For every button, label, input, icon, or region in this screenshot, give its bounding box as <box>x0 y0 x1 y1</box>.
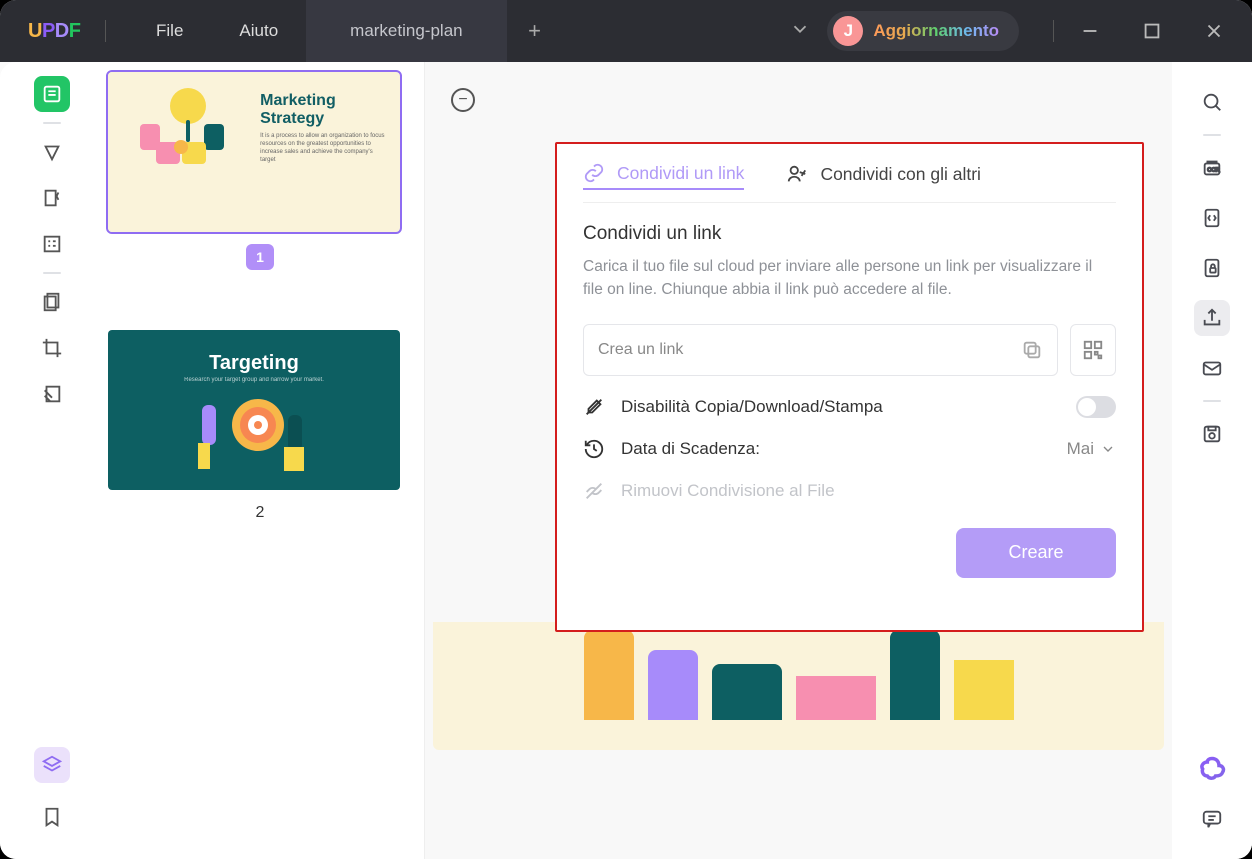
people-icon <box>786 163 808 185</box>
create-button[interactable]: Creare <box>956 528 1116 578</box>
search-button[interactable] <box>1194 84 1230 120</box>
share-tab-others[interactable]: Condividi con gli altri <box>786 162 981 190</box>
upgrade-pill[interactable]: J Aggiornamento <box>827 11 1019 51</box>
expiry-label: Data di Scadenza: <box>621 439 760 459</box>
ocr-button[interactable]: OCR <box>1194 150 1230 186</box>
create-link-input[interactable]: Crea un link <box>583 324 1058 376</box>
chevron-down-icon <box>1100 441 1116 457</box>
window-maximize[interactable] <box>1138 17 1166 45</box>
menu-help[interactable]: Aiuto <box>239 21 278 41</box>
save-button[interactable] <box>1194 416 1230 452</box>
expiry-select[interactable]: Mai <box>1067 439 1116 459</box>
copy-icon[interactable] <box>1021 339 1043 361</box>
link-icon <box>583 162 605 184</box>
disable-icon <box>583 396 605 418</box>
tabs-dropdown[interactable] <box>789 18 811 45</box>
window-close[interactable] <box>1200 17 1228 45</box>
email-button[interactable] <box>1194 350 1230 386</box>
window-minimize[interactable] <box>1076 17 1104 45</box>
add-tab-button[interactable]: + <box>519 15 551 47</box>
user-avatar: J <box>833 16 863 46</box>
page-thumbnail-2[interactable]: Targeting Research your target group and… <box>108 330 400 490</box>
history-icon <box>583 438 605 460</box>
page-number-1: 1 <box>246 244 274 270</box>
zoom-out-button[interactable]: − <box>451 88 475 112</box>
reader-mode-button[interactable] <box>34 76 70 112</box>
pages-tool[interactable] <box>34 284 70 320</box>
app-logo: UPDF <box>28 20 83 43</box>
document-page-view <box>433 622 1164 750</box>
share-tab-link[interactable]: Condividi un link <box>583 162 744 190</box>
page-number-2: 2 <box>104 504 416 522</box>
svg-text:OCR: OCR <box>1207 168 1219 174</box>
upgrade-label: Aggiornamento <box>873 21 999 41</box>
share-description: Carica il tuo file sul cloud per inviare… <box>583 255 1116 302</box>
share-heading: Condividi un link <box>583 223 1116 245</box>
share-button[interactable] <box>1194 300 1230 336</box>
crop-tool[interactable] <box>34 330 70 366</box>
layers-button[interactable] <box>34 747 70 783</box>
highlight-tool[interactable] <box>34 134 70 170</box>
share-panel: Condividi un link Condividi con gli altr… <box>555 142 1144 632</box>
disable-copy-toggle[interactable] <box>1076 396 1116 418</box>
protect-button[interactable] <box>1194 250 1230 286</box>
bookmark-button[interactable] <box>34 799 70 835</box>
form-tool[interactable] <box>34 226 70 262</box>
watermark-tool[interactable] <box>34 376 70 412</box>
convert-button[interactable] <box>1194 200 1230 236</box>
document-tab[interactable]: marketing-plan <box>306 0 506 62</box>
ai-assistant-button[interactable] <box>1194 751 1230 787</box>
menu-file[interactable]: File <box>156 21 183 41</box>
remove-share-label: Rimuovi Condivisione al File <box>621 481 835 501</box>
qr-code-button[interactable] <box>1070 324 1116 376</box>
page-thumbnail-1[interactable]: MarketingStrategyIt is a process to allo… <box>108 72 400 232</box>
edit-tool[interactable] <box>34 180 70 216</box>
unlink-icon <box>583 480 605 502</box>
disable-copy-label: Disabilità Copia/Download/Stampa <box>621 397 883 417</box>
comment-button[interactable] <box>1194 801 1230 837</box>
qr-icon <box>1082 339 1104 361</box>
